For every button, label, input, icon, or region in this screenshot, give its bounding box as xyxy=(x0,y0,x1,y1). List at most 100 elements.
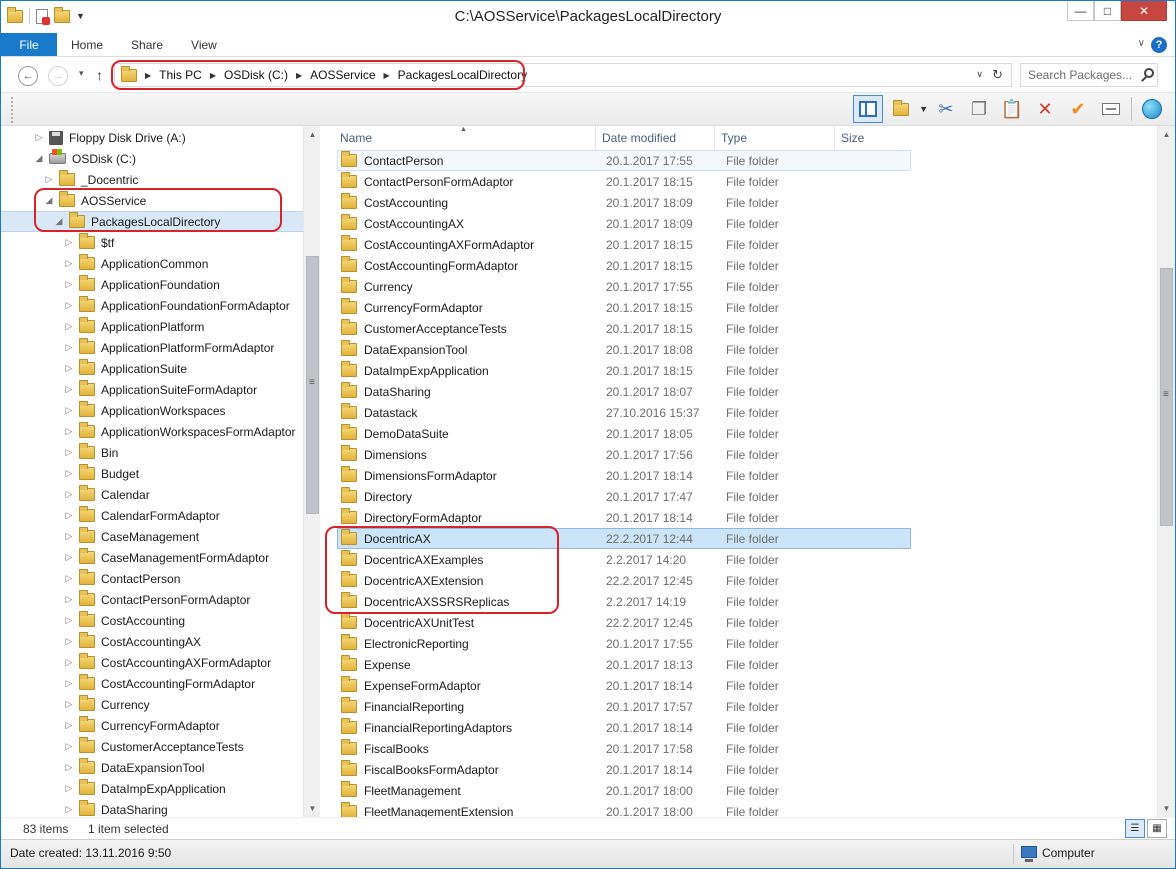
tree-item[interactable]: ▷ ApplicationWorkspacesFormAdaptor xyxy=(1,421,303,442)
scroll-down-icon[interactable]: ▼ xyxy=(304,800,320,817)
file-list-scrollbar[interactable]: ▲ ▼ xyxy=(1157,126,1175,817)
tree-item[interactable]: ▷ ApplicationCommon xyxy=(1,253,303,274)
expand-arrow-icon[interactable]: ▷ xyxy=(64,447,74,458)
expand-arrow-icon[interactable]: ▷ xyxy=(64,657,74,668)
back-button[interactable]: ← xyxy=(18,66,38,86)
tree-item[interactable]: ▷ ContactPersonFormAdaptor xyxy=(1,589,303,610)
file-row[interactable]: CostAccountingAX 20.1.2017 18:09 File fold… xyxy=(337,213,911,234)
file-row[interactable]: DemoDataSuite 20.1.2017 18:05 File folder xyxy=(337,423,911,444)
scrollbar-thumb[interactable] xyxy=(306,256,319,514)
expand-arrow-icon[interactable]: ▷ xyxy=(64,552,74,563)
expand-arrow-icon[interactable]: ▷ xyxy=(64,531,74,542)
tab-file[interactable]: File xyxy=(1,33,57,56)
expand-arrow-icon[interactable]: ▷ xyxy=(64,699,74,710)
tree-item[interactable]: ▷ CurrencyFormAdaptor xyxy=(1,715,303,736)
tree-item[interactable]: ▷ ApplicationSuiteFormAdaptor xyxy=(1,379,303,400)
tree-item[interactable]: ▷ _Docentric xyxy=(1,169,303,190)
expand-arrow-icon[interactable]: ▷ xyxy=(64,720,74,731)
file-row[interactable]: CurrencyFormAdaptor 20.1.2017 18:15 File f… xyxy=(337,297,911,318)
navigation-pane-button[interactable] xyxy=(853,95,884,123)
file-row[interactable]: ExpenseFormAdaptor 20.1.2017 18:14 File fo… xyxy=(337,675,911,696)
expand-ribbon-icon[interactable]: ∨ xyxy=(1138,38,1145,49)
tree-item[interactable]: ▷ CalendarFormAdaptor xyxy=(1,505,303,526)
recent-locations-icon[interactable]: ▾ xyxy=(79,68,84,79)
column-header-type[interactable]: Type xyxy=(715,126,835,150)
expand-arrow-icon[interactable]: ▷ xyxy=(64,258,74,269)
file-row[interactable]: FiscalBooksFormAdaptor 20.1.2017 18:14 Fil… xyxy=(337,759,911,780)
file-row[interactable]: CustomerAcceptanceTests 20.1.2017 18:15 Fi… xyxy=(337,318,911,339)
navigation-pane[interactable]: ▷ Floppy Disk Drive (A:) ◢ OSDisk (C:) ▷ _Doc… xyxy=(1,126,320,817)
maximize-button[interactable]: □ xyxy=(1094,1,1121,21)
tree-item[interactable]: ▷ Floppy Disk Drive (A:) xyxy=(1,127,303,148)
expand-arrow-icon[interactable]: ▷ xyxy=(64,762,74,773)
column-header-size[interactable]: Size xyxy=(835,126,911,150)
delete-button[interactable]: ✕ xyxy=(1030,95,1060,123)
tab-home[interactable]: Home xyxy=(57,33,117,56)
help-icon[interactable]: ? xyxy=(1151,37,1167,53)
search-input[interactable]: Search Packages... xyxy=(1020,63,1158,87)
file-row[interactable]: FleetManagement 20.1.2017 18:00 File folde… xyxy=(337,780,911,801)
file-row[interactable]: DirectoryFormAdaptor 20.1.2017 18:14 File … xyxy=(337,507,911,528)
breadcrumb-aosservice[interactable]: AOSService xyxy=(310,68,375,82)
expanded-arrow-icon[interactable]: ◢ xyxy=(34,153,44,164)
chevron-right-icon[interactable]: ▶ xyxy=(145,71,151,80)
file-row[interactable]: DataSharing 20.1.2017 18:07 File folder xyxy=(337,381,911,402)
apply-button[interactable]: ✔ xyxy=(1063,95,1093,123)
expand-arrow-icon[interactable]: ▷ xyxy=(64,342,74,353)
tree-item[interactable]: ◢ OSDisk (C:) xyxy=(1,148,303,169)
file-row[interactable]: DocentricAXUnitTest 22.2.2017 12:45 File f… xyxy=(337,612,911,633)
tree-item[interactable]: ▷ CaseManagementFormAdaptor xyxy=(1,547,303,568)
cut-button[interactable]: ✂ xyxy=(931,95,961,123)
search-icon[interactable] xyxy=(1144,68,1154,78)
expand-arrow-icon[interactable]: ▷ xyxy=(64,636,74,647)
file-row[interactable]: FiscalBooks 20.1.2017 17:58 File folder xyxy=(337,738,911,759)
large-icons-view-icon[interactable]: ▦ xyxy=(1147,819,1167,838)
tree-item[interactable]: ▷ CostAccountingFormAdaptor xyxy=(1,673,303,694)
expand-arrow-icon[interactable]: ▷ xyxy=(44,174,54,185)
expand-arrow-icon[interactable]: ▷ xyxy=(64,783,74,794)
expanded-arrow-icon[interactable]: ◢ xyxy=(54,216,64,227)
column-header-date-modified[interactable]: Date modified xyxy=(596,126,715,150)
expand-arrow-icon[interactable]: ▷ xyxy=(64,594,74,605)
scroll-up-icon[interactable]: ▲ xyxy=(304,126,320,143)
file-row[interactable]: Directory 20.1.2017 17:47 File folder xyxy=(337,486,911,507)
expand-arrow-icon[interactable]: ▷ xyxy=(64,426,74,437)
tree-item[interactable]: ▷ Currency xyxy=(1,694,303,715)
copy-button[interactable]: ❐ xyxy=(964,95,994,123)
file-row[interactable]: Dimensions 20.1.2017 17:56 File folder xyxy=(337,444,911,465)
file-row[interactable]: FinancialReporting 20.1.2017 17:57 File fo… xyxy=(337,696,911,717)
tree-item[interactable]: ◢ PackagesLocalDirectory xyxy=(1,211,303,232)
up-button[interactable]: ↑ xyxy=(96,67,103,83)
file-row[interactable]: DocentricAXExamples 2.2.2017 14:20 File fo… xyxy=(337,549,911,570)
expand-arrow-icon[interactable]: ▷ xyxy=(64,384,74,395)
file-row[interactable]: DocentricAXExtension 22.2.2017 12:45 File … xyxy=(337,570,911,591)
navigation-scrollbar[interactable]: ▲ ▼ xyxy=(303,126,320,817)
expand-arrow-icon[interactable]: ▷ xyxy=(64,573,74,584)
breadcrumb-this-pc[interactable]: This PC xyxy=(159,68,202,82)
expanded-arrow-icon[interactable]: ◢ xyxy=(44,195,54,206)
expand-arrow-icon[interactable]: ▷ xyxy=(64,741,74,752)
file-row[interactable]: ContactPersonFormAdaptor 20.1.2017 18:15 F… xyxy=(337,171,911,192)
file-row[interactable]: FinancialReportingAdaptors 20.1.2017 18:1… xyxy=(337,717,911,738)
rename-button[interactable] xyxy=(1096,95,1126,123)
tree-item[interactable]: ▷ Bin xyxy=(1,442,303,463)
file-row[interactable]: DocentricAXSSRSReplicas 2.2.2017 14:19 Fil… xyxy=(337,591,911,612)
toolbar-grip[interactable] xyxy=(11,97,13,123)
chevron-down-icon[interactable]: ▼ xyxy=(919,104,928,114)
tab-share[interactable]: Share xyxy=(117,33,177,56)
expand-arrow-icon[interactable]: ▷ xyxy=(64,321,74,332)
file-row[interactable]: DataImpExpApplication 20.1.2017 18:15 File… xyxy=(337,360,911,381)
paste-button[interactable]: 📋 xyxy=(997,95,1027,123)
file-row[interactable]: ContactPerson 20.1.2017 17:55 File folder xyxy=(337,150,911,171)
file-row[interactable]: CostAccountingAXFormAdaptor 20.1.2017 18:… xyxy=(337,234,911,255)
file-row[interactable]: CostAccounting 20.1.2017 18:09 File folder xyxy=(337,192,911,213)
file-row[interactable]: ElectronicReporting 20.1.2017 17:55 File f… xyxy=(337,633,911,654)
expand-arrow-icon[interactable]: ▷ xyxy=(64,363,74,374)
tree-item[interactable]: ▷ CostAccountingAXFormAdaptor xyxy=(1,652,303,673)
file-list[interactable]: ▲ Name Date modified Type Size ContactPe… xyxy=(321,126,1157,817)
expand-arrow-icon[interactable]: ▷ xyxy=(64,468,74,479)
tree-item[interactable]: ▷ Calendar xyxy=(1,484,303,505)
tree-item[interactable]: ▷ ContactPerson xyxy=(1,568,303,589)
address-bar[interactable]: ▶ This PC ▶ OSDisk (C:) ▶ AOSService ▶ P… xyxy=(114,63,1012,87)
file-row[interactable]: Expense 20.1.2017 18:13 File folder xyxy=(337,654,911,675)
